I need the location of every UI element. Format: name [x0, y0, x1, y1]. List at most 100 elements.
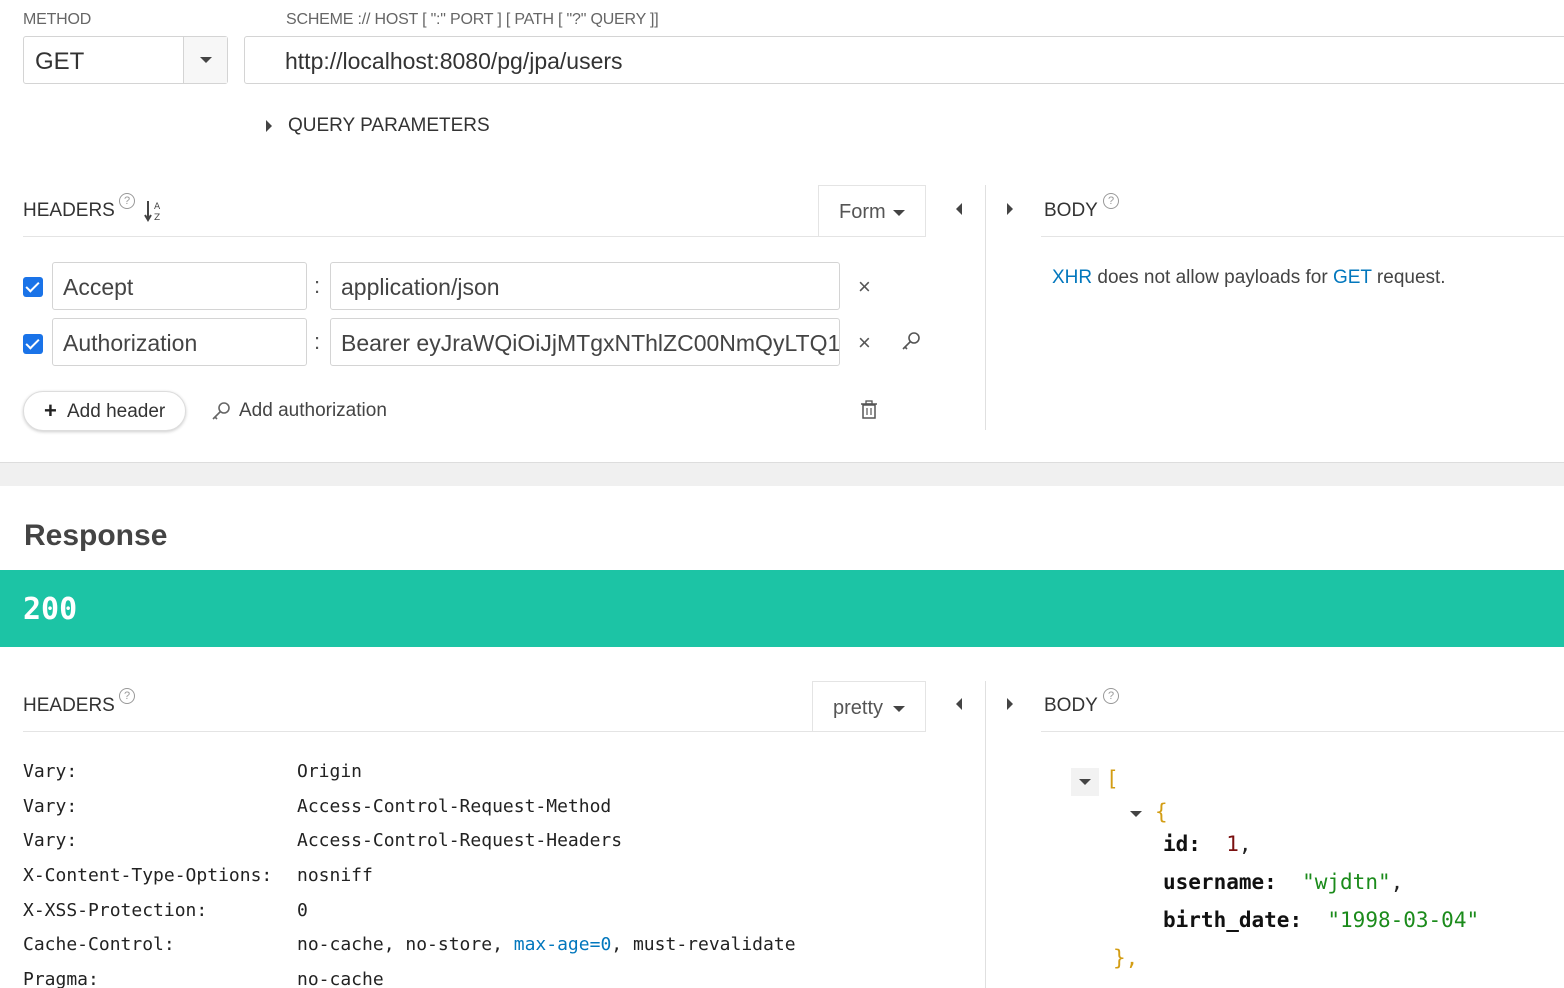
collapse-object-toggle[interactable] [1122, 800, 1150, 828]
query-parameters-toggle[interactable]: QUERY PARAMETERS [262, 115, 502, 139]
response-header-key: Cache-Control: [23, 934, 175, 955]
caret-right-icon [1007, 203, 1013, 215]
section-separator [0, 462, 1564, 486]
response-header-key: Vary: [23, 761, 78, 782]
message-text-end: request. [1371, 267, 1446, 288]
response-header-key: Pragma: [23, 969, 99, 988]
method-value: GET [35, 48, 85, 75]
chevron-down-icon [1130, 811, 1142, 817]
add-authorization-label: Add authorization [239, 400, 387, 421]
form-dropdown-label: Form [839, 201, 886, 223]
add-header-button[interactable]: + Add header [23, 391, 186, 431]
caret-left-icon [956, 698, 962, 710]
header-name-input[interactable]: Accept [52, 262, 307, 310]
sort-headers-icon[interactable]: A Z [144, 199, 166, 223]
collapse-left-button[interactable] [952, 695, 968, 715]
svg-text:A: A [154, 202, 161, 212]
value-part: , must-revalidate [611, 934, 796, 955]
value-part: no-cache, no-store, [297, 934, 514, 955]
chevron-down-icon [893, 210, 905, 216]
help-icon[interactable]: ? [119, 688, 135, 704]
json-object-open: { [1155, 800, 1168, 824]
collapse-array-toggle[interactable] [1071, 768, 1099, 796]
json-key: id [1163, 832, 1189, 856]
status-code: 200 [23, 592, 78, 627]
panel-divider [985, 185, 986, 430]
query-parameters-label: QUERY PARAMETERS [288, 115, 490, 136]
json-field: id: 1, [1163, 832, 1252, 856]
method-select[interactable]: GET [23, 36, 228, 84]
header-value-input[interactable]: Bearer eyJraWQiOiJjMTgxNThlZC00NmQyLTQ1 [330, 318, 840, 366]
response-header-value: no-cache [297, 969, 384, 988]
response-header-value: 0 [297, 900, 308, 921]
body-not-allowed-message: XHR does not allow payloads for GET requ… [1052, 267, 1446, 289]
json-value: 1 [1226, 832, 1239, 856]
json-key: birth_date [1163, 908, 1290, 932]
json-array-open: [ [1106, 767, 1119, 791]
caret-right-icon [1007, 698, 1013, 710]
divider [1041, 236, 1564, 237]
divider [23, 236, 926, 237]
url-value: http://localhost:8080/pg/jpa/users [285, 48, 623, 74]
key-icon[interactable] [900, 330, 922, 352]
message-text: does not allow payloads for [1092, 267, 1333, 288]
json-field: username: "wjdtn", [1163, 870, 1404, 894]
response-header-key: X-XSS-Protection: [23, 900, 208, 921]
json-value: "wjdtn" [1302, 870, 1391, 894]
method-label: METHOD [23, 11, 92, 28]
collapse-left-button[interactable] [952, 200, 968, 220]
plus-icon: + [44, 398, 57, 423]
url-input[interactable]: http://localhost:8080/pg/jpa/users [244, 36, 1564, 84]
response-header-value: no-cache, no-store, max-age=0, must-reva… [297, 934, 796, 955]
svg-text:Z: Z [154, 213, 160, 223]
help-icon[interactable]: ? [1103, 688, 1119, 704]
header-value-input[interactable]: application/json [330, 262, 840, 310]
help-icon[interactable]: ? [1103, 193, 1119, 209]
help-icon[interactable]: ? [119, 193, 135, 209]
remove-header-icon[interactable]: × [858, 330, 871, 356]
response-header-value: Access-Control-Request-Headers [297, 830, 623, 851]
caret-left-icon [956, 203, 962, 215]
headers-editor-mode-dropdown[interactable]: Form [818, 185, 926, 237]
expand-right-button[interactable] [1003, 695, 1019, 715]
json-key: username [1163, 870, 1265, 894]
response-header-key: X-Content-Type-Options: [23, 865, 273, 886]
header-enabled-checkbox[interactable] [23, 277, 43, 297]
url-format-label: SCHEME :// HOST [ ":" PORT ] [ PATH [ "?… [286, 11, 659, 28]
remove-header-icon[interactable]: × [858, 274, 871, 300]
status-bar: 200 [0, 570, 1564, 647]
response-title: Response [24, 519, 168, 552]
expand-right-button[interactable] [1003, 200, 1019, 220]
response-header-key: Vary: [23, 830, 78, 851]
response-headers-title: HEADERS [23, 695, 115, 716]
header-separator: : [314, 273, 321, 298]
pretty-dropdown-label: pretty [833, 697, 884, 719]
caret-right-icon [266, 120, 272, 132]
chevron-down-icon [893, 706, 905, 712]
delete-all-headers-icon[interactable] [860, 400, 878, 420]
add-authorization-button[interactable]: Add authorization [210, 398, 410, 426]
header-separator: : [314, 329, 321, 354]
header-name-input[interactable]: Authorization [52, 318, 307, 366]
json-object-close: }, [1113, 946, 1139, 970]
response-body-title: BODY [1044, 695, 1098, 716]
method-dropdown-button[interactable] [183, 37, 227, 83]
response-header-key: Vary: [23, 796, 78, 817]
add-header-label: Add header [67, 401, 166, 422]
value-part-highlight: max-age=0 [513, 934, 612, 955]
json-field: birth_date: "1998-03-04" [1163, 908, 1480, 932]
chevron-down-icon [200, 57, 212, 63]
chevron-down-icon [1079, 779, 1091, 785]
divider [1041, 731, 1564, 732]
response-header-value: nosniff [297, 865, 373, 886]
xhr-link[interactable]: XHR [1052, 267, 1092, 288]
key-icon [212, 402, 230, 420]
response-format-dropdown[interactable]: pretty [812, 681, 926, 732]
header-enabled-checkbox[interactable] [23, 334, 43, 354]
panel-divider [985, 681, 986, 988]
get-link[interactable]: GET [1333, 267, 1372, 288]
divider [23, 731, 926, 732]
request-body-title: BODY [1044, 200, 1098, 221]
response-header-value: Access-Control-Request-Method [297, 796, 612, 817]
request-headers-title: HEADERS [23, 200, 115, 221]
